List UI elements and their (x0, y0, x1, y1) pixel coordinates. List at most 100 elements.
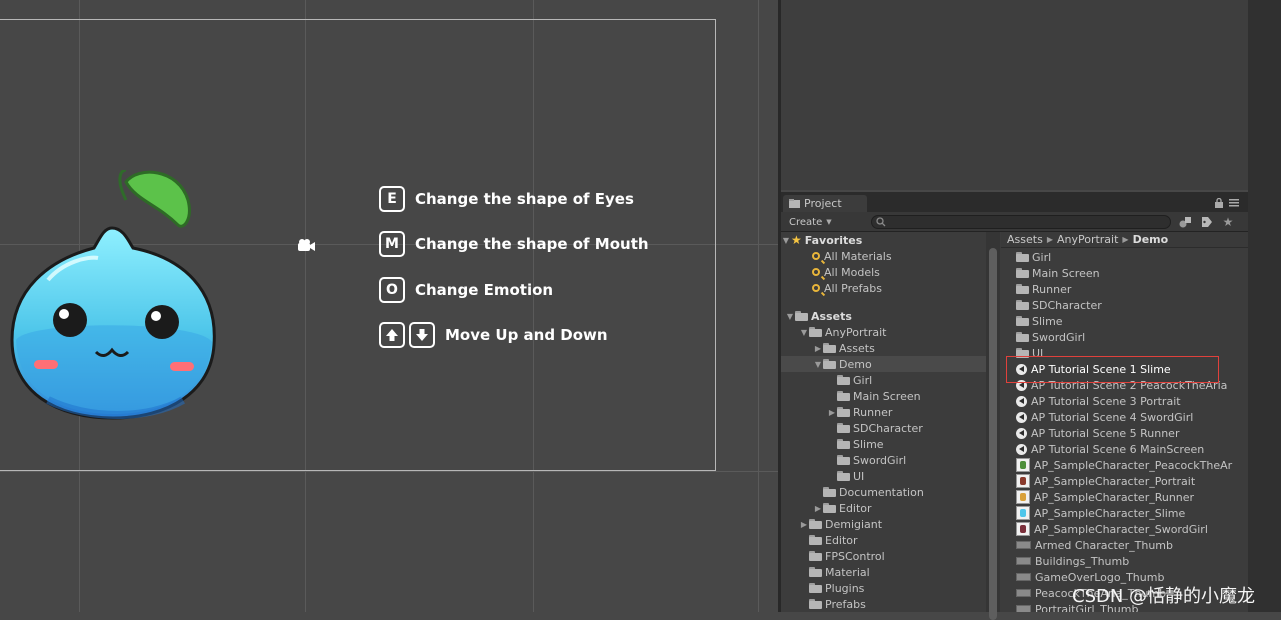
tree-item[interactable]: SwordGirl (781, 452, 986, 468)
tree-item[interactable]: Prefabs (781, 596, 986, 612)
scrollbar-thumb[interactable] (989, 248, 997, 620)
tree-item[interactable]: ▼ Demo (781, 356, 986, 372)
camera-gizmo-icon[interactable] (296, 238, 316, 254)
tree-item[interactable]: ▶ Editor (781, 500, 986, 516)
favorite-label: All Materials (824, 249, 892, 263)
asset-item-label: Slime (1032, 314, 1063, 328)
search-filter-icon (812, 268, 820, 276)
tree-item[interactable]: Girl (781, 372, 986, 388)
tree-item-label: Slime (853, 437, 884, 451)
folder-icon (809, 599, 822, 609)
breadcrumb-current[interactable]: Demo (1133, 233, 1169, 246)
asset-item[interactable]: SDCharacter (1016, 297, 1102, 313)
instruction-label: Change Emotion (415, 281, 554, 299)
asset-item-label: AP Tutorial Scene 5 Runner (1031, 426, 1180, 440)
asset-item[interactable]: Armed Character_Thumb (1016, 537, 1173, 553)
tree-item-label: Editor (839, 501, 872, 515)
tree-item[interactable]: Slime (781, 436, 986, 452)
favorites-header[interactable]: ▼ ★ Favorites (781, 232, 986, 248)
unity-scene-icon (1016, 443, 1027, 455)
folder-icon (809, 567, 822, 577)
collapse-arrow-icon[interactable]: ▶ (799, 520, 809, 529)
create-button[interactable]: Create ▼ (789, 215, 832, 229)
folder-icon (837, 407, 850, 417)
asset-item[interactable]: AP_SampleCharacter_Portrait (1016, 473, 1195, 489)
asset-item[interactable]: AP Tutorial Scene 6 MainScreen (1016, 441, 1204, 457)
asset-item[interactable]: AP_SampleCharacter_SwordGirl (1016, 521, 1208, 537)
tree-item[interactable]: FPSControl (781, 548, 986, 564)
tree-item-label: Material (825, 565, 870, 579)
asset-item[interactable]: Runner (1016, 281, 1071, 297)
tree-item[interactable]: ▼ AnyPortrait (781, 324, 986, 340)
asset-item[interactable]: AP Tutorial Scene 3 Portrait (1016, 393, 1181, 409)
search-icon (876, 217, 886, 227)
asset-item-label: Armed Character_Thumb (1035, 538, 1173, 552)
collapse-arrow-icon[interactable]: ▶ (813, 344, 823, 353)
folder-icon (1016, 316, 1029, 326)
instruction-label: Move Up and Down (445, 326, 608, 344)
asset-item[interactable]: AP Tutorial Scene 5 Runner (1016, 425, 1179, 441)
favorite-item[interactable]: All Models (781, 264, 986, 280)
search-input[interactable] (871, 215, 1171, 229)
tab-project[interactable]: Project (783, 195, 867, 212)
tree-item-label: Runner (853, 405, 893, 419)
lock-icon[interactable] (1214, 198, 1224, 208)
asset-item-label: AP_SampleCharacter_PeacockTheAr (1034, 458, 1233, 472)
collapse-arrow-icon[interactable]: ▶ (813, 504, 823, 513)
favorite-item[interactable]: All Materials (781, 248, 986, 264)
favorite-star-icon[interactable]: ★ (1221, 215, 1235, 229)
asset-item-label: AP Tutorial Scene 4 SwordGirl (1031, 410, 1194, 424)
asset-item[interactable]: Main Screen (1016, 265, 1100, 281)
tree-item[interactable]: Plugins (781, 580, 986, 596)
character-thumbnail-icon (1016, 490, 1030, 504)
expand-arrow-icon[interactable]: ▼ (785, 312, 795, 321)
tree-item[interactable]: Material (781, 564, 986, 580)
breadcrumb: Assets ▶ AnyPortrait ▶ Demo (1001, 232, 1248, 248)
tree-item-label: Main Screen (853, 389, 921, 403)
tree-item[interactable]: SDCharacter (781, 420, 986, 436)
instruction-label: Change the shape of Eyes (415, 190, 634, 208)
asset-item[interactable]: AP_SampleCharacter_Slime (1016, 505, 1185, 521)
breadcrumb-item[interactable]: AnyPortrait (1057, 233, 1118, 246)
favorite-item[interactable]: All Prefabs (781, 280, 986, 296)
breadcrumb-item[interactable]: Assets (1007, 233, 1043, 246)
tree-item[interactable]: Main Screen (781, 388, 986, 404)
key-e-icon: E (379, 186, 405, 212)
tree-scrollbar[interactable] (986, 232, 1000, 620)
asset-item[interactable]: SwordGirl (1016, 329, 1085, 345)
tree-item[interactable]: ▶ Assets (781, 340, 986, 356)
filter-type-icon[interactable] (1178, 215, 1192, 228)
asset-item[interactable]: AP_SampleCharacter_Runner (1016, 489, 1194, 505)
tree-item[interactable]: ▶ Runner (781, 404, 986, 420)
tree-item[interactable]: UI (781, 468, 986, 484)
arrow-up-icon (379, 322, 405, 348)
menu-icon[interactable] (1229, 199, 1239, 207)
character-thumbnail-icon (1016, 474, 1030, 488)
scene-view[interactable]: E Change the shape of Eyes M Change the … (0, 0, 778, 612)
filter-label-icon[interactable] (1200, 215, 1214, 228)
asset-item-label: SDCharacter (1032, 298, 1102, 312)
folder-icon (837, 375, 850, 385)
folder-icon (823, 359, 836, 369)
expand-arrow-icon[interactable]: ▼ (781, 236, 791, 245)
asset-item[interactable]: Slime (1016, 313, 1063, 329)
unity-scene-icon (1016, 411, 1027, 423)
expand-arrow-icon[interactable]: ▼ (813, 360, 823, 369)
collapse-arrow-icon[interactable]: ▶ (827, 408, 837, 417)
asset-item[interactable]: AP_SampleCharacter_PeacockTheAr (1016, 457, 1232, 473)
project-tabbar: Project (781, 192, 1248, 212)
asset-item[interactable]: Buildings_Thumb (1016, 553, 1129, 569)
expand-arrow-icon[interactable]: ▼ (799, 328, 809, 337)
tree-item[interactable]: ▼ Assets (781, 308, 986, 324)
tree-item[interactable]: Editor (781, 532, 986, 548)
tree-item[interactable]: Documentation (781, 484, 986, 500)
instruction-eyes: E Change the shape of Eyes (379, 186, 634, 212)
asset-item[interactable]: Girl (1016, 249, 1051, 265)
tree-item[interactable]: ▶ Demigiant (781, 516, 986, 532)
create-label: Create (789, 216, 823, 228)
favorites-label: Favorites (804, 233, 863, 247)
asset-item[interactable]: AP Tutorial Scene 4 SwordGirl (1016, 409, 1193, 425)
slime-character-image (10, 170, 216, 420)
folder-icon (789, 199, 800, 208)
chevron-down-icon: ▼ (826, 218, 832, 226)
